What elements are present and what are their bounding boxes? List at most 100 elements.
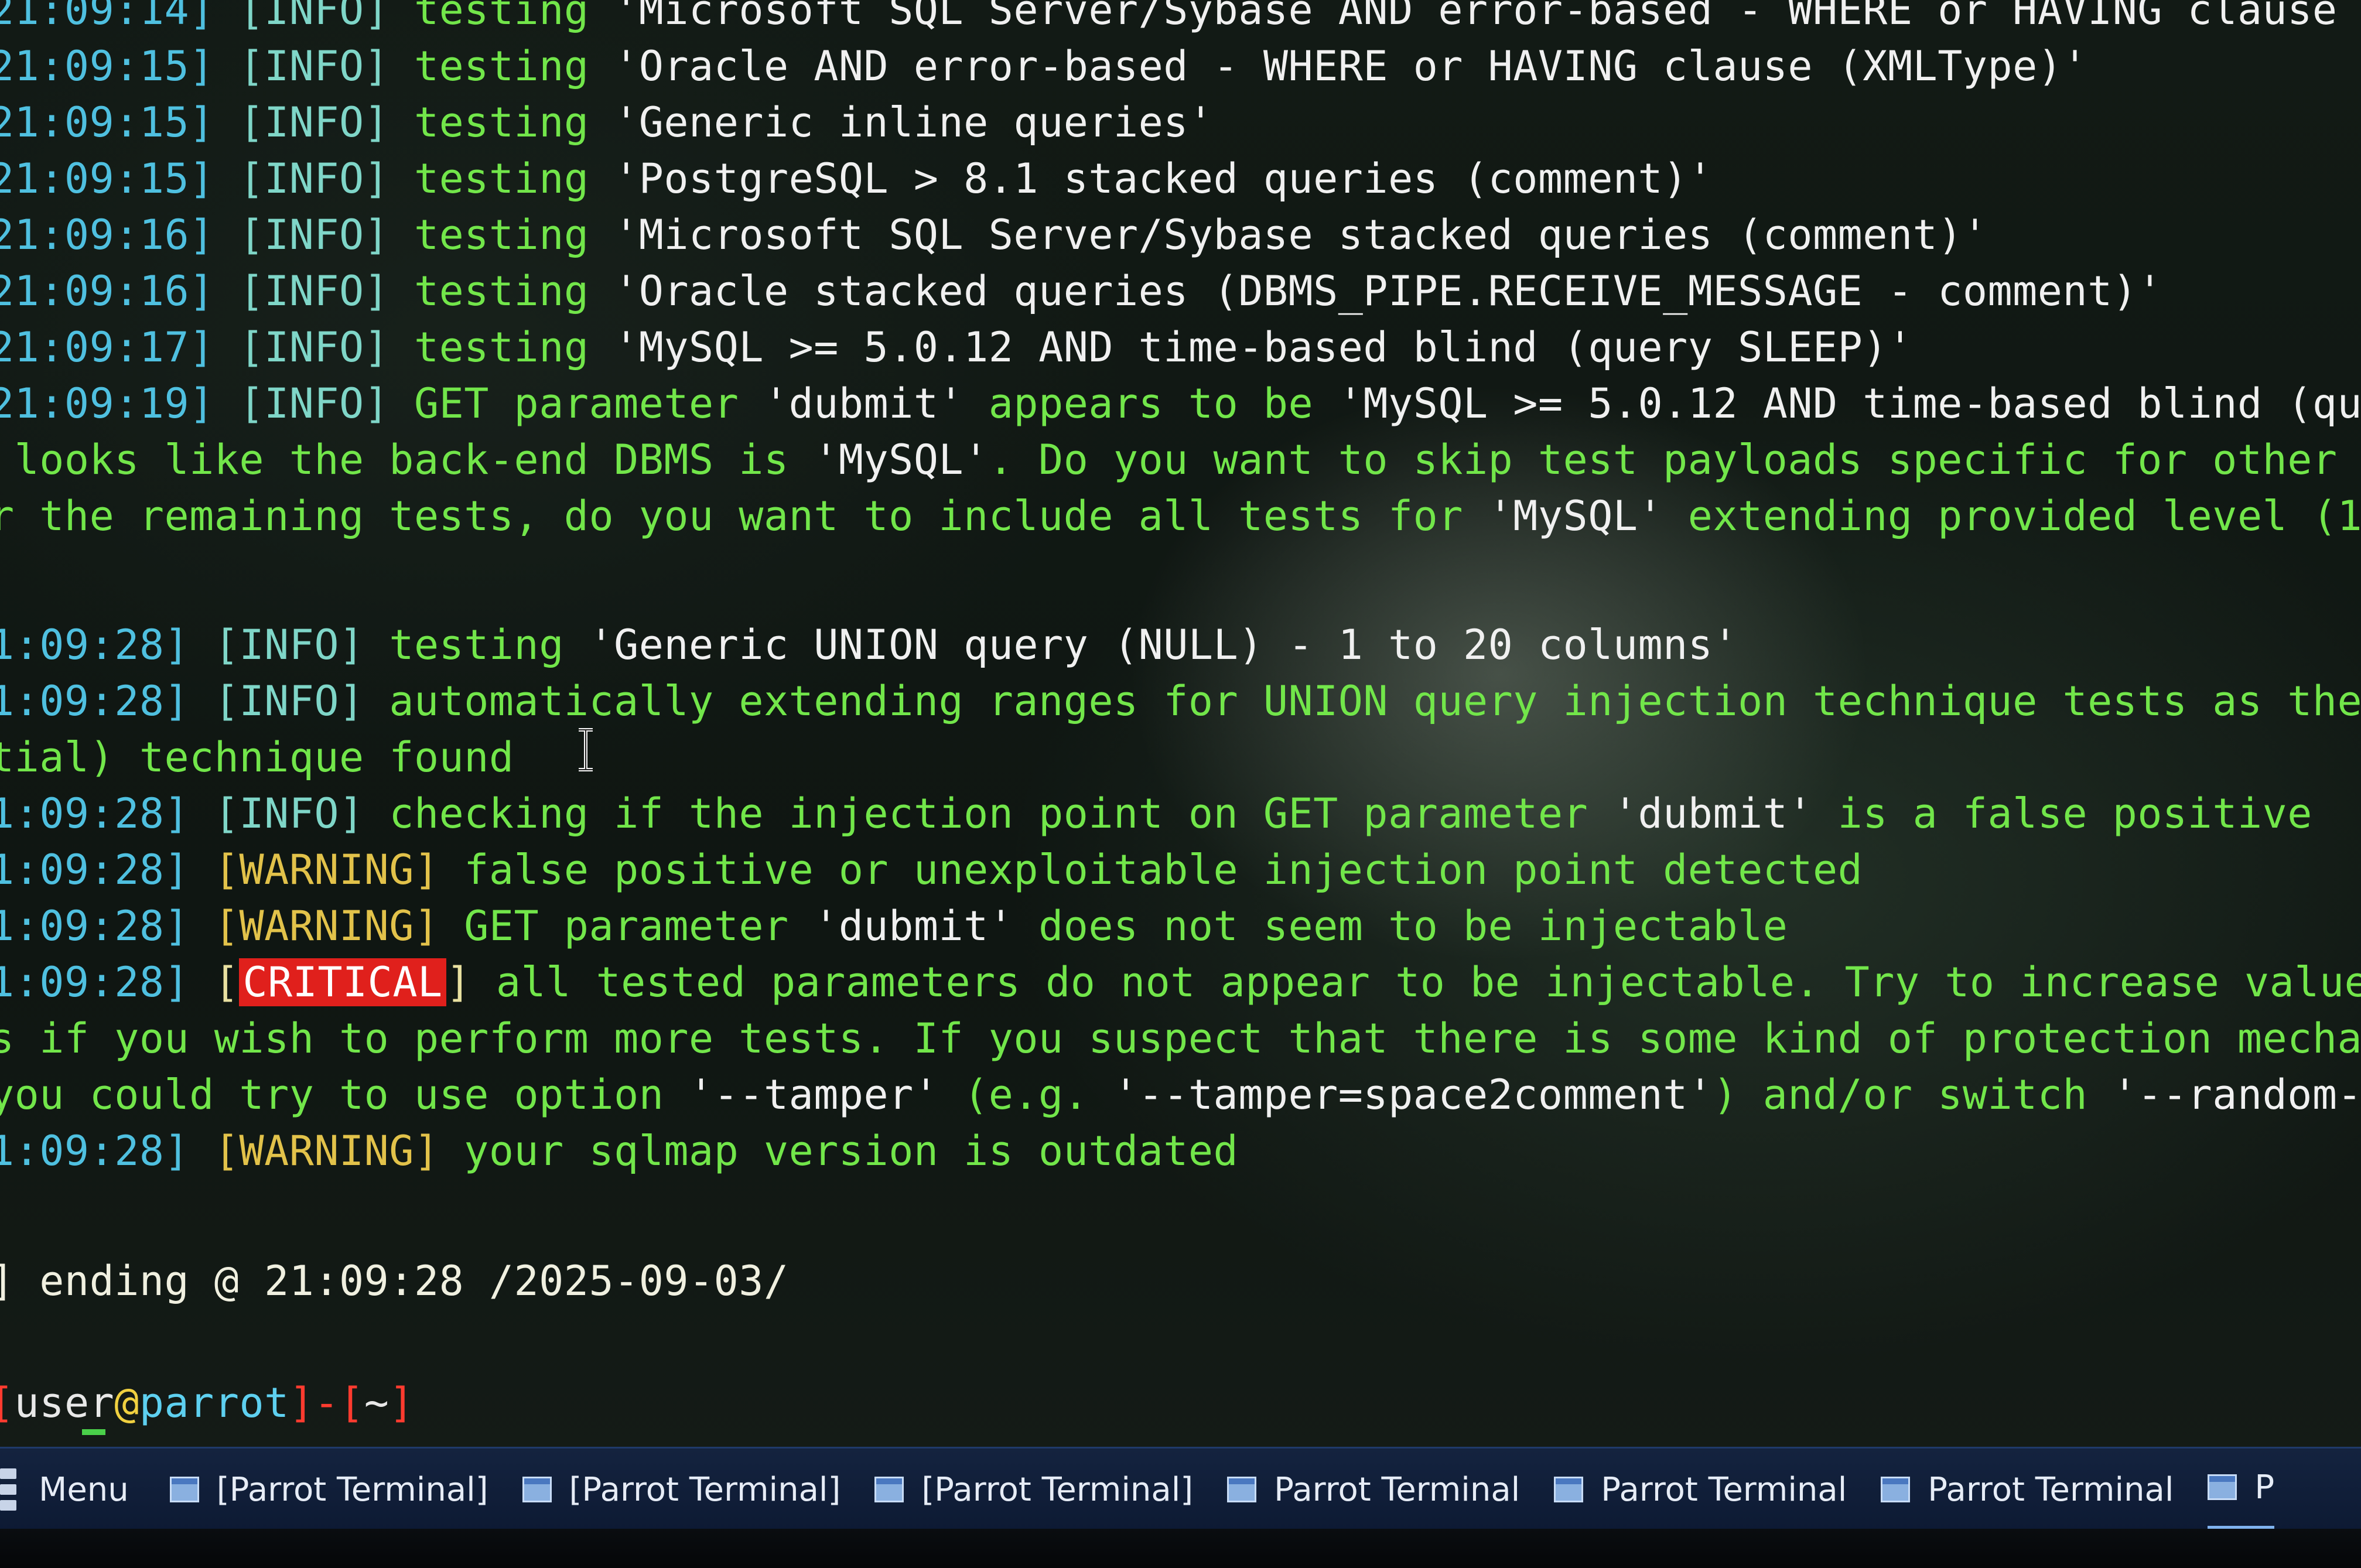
log-quote: 'PostgreSQL > 8.1 stacked queries (comme… (614, 155, 1713, 203)
log-text: tial) technique found (0, 733, 514, 781)
warning-tag: [WARNING] (214, 902, 439, 950)
info-tag: [INFO] (239, 42, 389, 90)
info-tag: [INFO] (239, 267, 389, 315)
terminal-output[interactable]: 21:09:14] [INFO] testing 'Microsoft SQL … (0, 0, 2361, 1435)
log-line: 21:09:15] [INFO] testing 'Oracle AND err… (0, 40, 2087, 93)
taskbar-item[interactable]: Parrot Terminal (1554, 1449, 1847, 1531)
taskbar-item[interactable]: [Parrot Terminal] (522, 1449, 841, 1531)
prompt-host: parrot (139, 1379, 289, 1427)
log-verb: testing (389, 98, 614, 146)
ending-line: ] ending @ 21:09:28 /2025-09-03/ (0, 1255, 789, 1307)
timestamp: 1:09:28] (0, 902, 190, 950)
terminal-window-icon (169, 1477, 199, 1502)
ending-text: ] ending @ 21:09:28 /2025-09-03/ (0, 1257, 789, 1305)
log-quote: 'MySQL >= 5.0.12 AND time-based blind (q… (1338, 380, 2361, 428)
timestamp: 1:09:28] (0, 677, 190, 725)
log-text: your sqlmap version is outdated (439, 1127, 1239, 1175)
switch-name: '--random-agent' (2112, 1071, 2361, 1119)
taskbar-item-label: Parrot Terminal (1601, 1470, 1847, 1509)
log-continuation: you could try to use option '--tamper' (… (0, 1068, 2361, 1121)
menu-icon (0, 1468, 16, 1511)
prompt-bracket: [ (0, 1379, 15, 1427)
log-quote: 'Microsoft SQL Server/Sybase AND error-b… (614, 0, 2361, 34)
taskbar-item-label: [Parrot Terminal] (569, 1470, 841, 1509)
timestamp: 21:09:17] (0, 323, 214, 371)
timestamp: 21:09:14] (0, 0, 214, 34)
log-quote: 'Oracle AND error-based - WHERE or HAVIN… (614, 42, 2088, 90)
log-text: GET parameter (439, 902, 814, 950)
prompt-bracket: [ (339, 1379, 364, 1427)
param-name: 'dubmit' (763, 380, 964, 428)
timestamp: 21:09:16] (0, 267, 214, 315)
timestamp: 1:09:28] (0, 846, 190, 894)
ibeam-cursor-icon (579, 728, 593, 771)
info-tag: [INFO] (214, 790, 364, 838)
info-tag: [INFO] (239, 0, 389, 34)
taskbar-item[interactable]: [Parrot Terminal] (874, 1449, 1193, 1531)
log-continuation: tial) technique found (0, 731, 514, 784)
prompt-dir: ~ (364, 1379, 389, 1427)
question-text: looks like the back-end DBMS is (0, 436, 814, 484)
terminal-window-icon (1554, 1477, 1584, 1502)
param-name: 'dubmit' (1612, 790, 1813, 838)
taskbar-item[interactable]: Parrot Terminal (1227, 1449, 1520, 1531)
log-text: appears to be (963, 380, 1338, 428)
timestamp: 21:09:15] (0, 155, 214, 203)
bracket: ] (446, 958, 471, 1006)
log-continuation: s if you wish to perform more tests. If … (0, 1012, 2361, 1065)
log-line: 1:09:28] [INFO] checking if the injectio… (0, 787, 2312, 840)
log-line: 21:09:19] [INFO] GET parameter 'dubmit' … (0, 377, 2361, 430)
question-text: . Do you want to skip test payloads spec… (988, 436, 2338, 484)
log-verb: testing (389, 267, 614, 315)
dbms-name: 'MySQL' (1488, 492, 1663, 540)
question-text: extending provided level (1) and r (1687, 492, 2361, 540)
bracket: [ (189, 958, 240, 1006)
taskbar-item-label: Parrot Terminal (1928, 1470, 2174, 1509)
log-text: does not seem to be injectable (1013, 902, 1788, 950)
log-line: 1:09:28] [INFO] testing 'Generic UNION q… (0, 619, 1738, 671)
log-verb: testing (389, 211, 614, 259)
menu-label: Menu (39, 1470, 129, 1509)
taskbar-item[interactable]: [Parrot Terminal] (169, 1449, 488, 1531)
log-text: false positive or unexploitable injectio… (439, 846, 1863, 894)
warning-tag: [WARNING] (214, 1127, 439, 1175)
terminal-window-icon (522, 1477, 552, 1502)
timestamp: 1:09:28] (0, 790, 190, 838)
question-text: r the remaining tests, do you want to in… (0, 492, 1488, 540)
log-quote: 'MySQL >= 5.0.12 AND time-based blind (q… (614, 323, 1913, 371)
critical-tag: CRITICAL (239, 958, 446, 1006)
info-tag: [INFO] (239, 211, 389, 259)
log-text: s if you wish to perform more tests. If … (0, 1014, 2361, 1063)
timestamp: 1:09:28] (0, 621, 190, 669)
log-quote: 'Generic UNION query (NULL) - 1 to 20 co… (589, 621, 1738, 669)
timestamp: 21:09:15] (0, 98, 214, 146)
log-quote: 'Generic inline queries' (614, 98, 1214, 146)
timestamp: 21:09:15] (0, 42, 214, 90)
log-line: 21:09:14] [INFO] testing 'Microsoft SQL … (0, 0, 2361, 36)
taskbar-item[interactable]: Parrot Terminal (1881, 1449, 2174, 1531)
info-tag: [INFO] (239, 155, 389, 203)
prompt-at: @ (114, 1379, 139, 1427)
log-text: all tested parameters do not appear to b… (471, 958, 2361, 1006)
log-text: ) and/or switch (1713, 1071, 2113, 1119)
log-text: (e.g. (938, 1071, 1113, 1119)
shell-prompt[interactable]: [user@parrot]-[~] (0, 1376, 414, 1429)
terminal-window-icon (2208, 1474, 2237, 1500)
taskbar: Menu [Parrot Terminal] [Parrot Terminal]… (0, 1447, 2361, 1531)
menu-button[interactable]: Menu (0, 1449, 129, 1531)
param-name: 'dubmit' (814, 902, 1014, 950)
log-quote: 'Oracle stacked queries (DBMS_PIPE.RECEI… (614, 267, 2163, 315)
monitor-bezel (0, 1529, 2361, 1568)
taskbar-item-active[interactable]: P (2208, 1449, 2275, 1531)
taskbar-item-label: P (2254, 1468, 2275, 1506)
prompt-bracket: ] (289, 1379, 315, 1427)
log-verb: testing (364, 621, 589, 669)
terminal-window-icon (1881, 1477, 1911, 1502)
timestamp: 21:09:19] (0, 380, 214, 428)
log-line: 21:09:15] [INFO] testing 'Generic inline… (0, 96, 1214, 149)
timestamp: 21:09:16] (0, 211, 214, 259)
terminal-window-icon (874, 1477, 904, 1502)
log-line: 21:09:17] [INFO] testing 'MySQL >= 5.0.1… (0, 321, 1913, 374)
log-quote: 'Microsoft SQL Server/Sybase stacked que… (614, 211, 1988, 259)
timestamp: 1:09:28] (0, 958, 190, 1006)
